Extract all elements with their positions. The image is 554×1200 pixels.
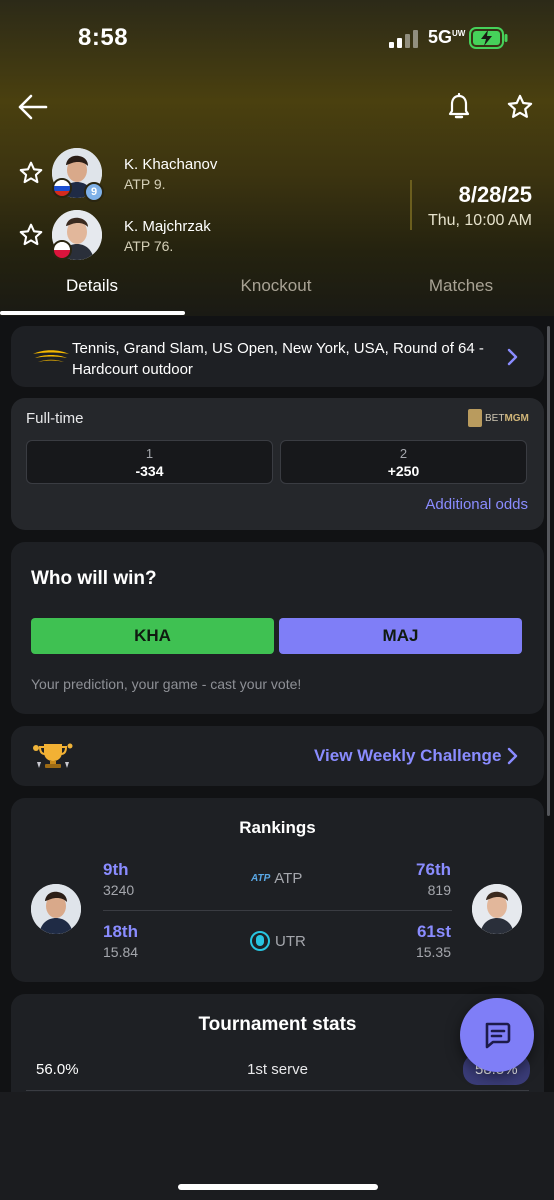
away-atp-rank: 76th	[416, 860, 451, 879]
battery-icon	[469, 27, 508, 49]
away-utr-value: 15.35	[415, 944, 451, 960]
odds-title: Full-time	[26, 410, 84, 427]
us-open-logo-icon	[33, 350, 69, 362]
home-indicator[interactable]	[178, 1184, 378, 1190]
home-utr-rank: 18th	[103, 922, 138, 941]
header-divider	[410, 180, 412, 230]
tournament-card[interactable]: Tennis, Grand Slam, US Open, New York, U…	[11, 326, 544, 387]
network-label: 5GUW	[428, 27, 466, 47]
vote-title: Who will win?	[31, 568, 157, 589]
tab-matches[interactable]: Matches	[369, 276, 553, 310]
player-rank: ATP 76.	[124, 238, 174, 254]
weekly-challenge-label: View Weekly Challenge	[314, 746, 502, 765]
status-time: 8:58	[78, 24, 129, 51]
player-row-home[interactable]: 9 K. Khachanov ATP 9.	[0, 146, 400, 202]
tab-indicator	[0, 311, 185, 315]
odds-card: Full-time BET MGM 1 -334 2 +250 Additiona…	[11, 398, 544, 530]
chat-button[interactable]	[460, 998, 534, 1072]
weekly-challenge-card[interactable]: View Weekly Challenge	[11, 726, 544, 786]
atp-label: ATP ATP	[251, 870, 303, 887]
star-icon	[507, 94, 533, 118]
bell-icon	[448, 93, 470, 119]
rankings-divider	[103, 910, 452, 911]
avatar	[472, 884, 522, 934]
tab-bar: Details Knockout Matches	[0, 268, 554, 316]
star-icon[interactable]	[18, 222, 44, 248]
home-atp-rank: 9th	[103, 860, 129, 879]
player-name: K. Majchrzak	[124, 218, 211, 235]
utr-logo-icon	[250, 931, 270, 951]
home-atp-points: 3240	[103, 882, 135, 898]
flag-poland-icon	[52, 240, 72, 260]
rankings-card: Rankings 9th 3240 ATP ATP 76th 819 18th …	[11, 798, 544, 982]
back-arrow-icon	[18, 94, 48, 120]
utr-label: UTR	[249, 930, 306, 952]
avatar	[31, 884, 81, 934]
status-bar: 8:58 5GUW	[0, 0, 554, 76]
notifications-button[interactable]	[442, 90, 476, 124]
chat-icon	[485, 1022, 511, 1049]
atp-logo-icon: ATP	[251, 873, 271, 884]
vote-home-button[interactable]: KHA	[31, 618, 274, 654]
vote-card: Who will win? KHA MAJ Your prediction, y…	[11, 542, 544, 714]
player-name: K. Khachanov	[124, 156, 218, 173]
details-content[interactable]: Tennis, Grand Slam, US Open, New York, U…	[0, 316, 554, 1092]
match-datetime: Thu, 10:00 AM	[427, 212, 532, 229]
away-utr-rank: 61st	[416, 922, 451, 941]
star-icon[interactable]	[18, 160, 44, 186]
away-atp-points: 819	[427, 882, 451, 898]
odds-option-home[interactable]: 1 -334	[26, 440, 273, 484]
trophy-icon	[33, 743, 73, 768]
rankings-title: Rankings	[239, 818, 316, 837]
match-header: 8:58 5GUW 9 K. Khachanov ATP 9. K. Majch…	[0, 0, 554, 316]
tab-knockout[interactable]: Knockout	[184, 276, 368, 310]
flag-russia-icon	[52, 178, 72, 198]
stats-divider	[26, 1090, 529, 1091]
match-date: 8/28/25	[458, 182, 532, 207]
signal-icon	[389, 30, 419, 48]
vote-away-button[interactable]: MAJ	[279, 618, 522, 654]
favorite-button[interactable]	[503, 90, 537, 124]
seed-badge: 9	[84, 182, 104, 202]
player-rank: ATP 9.	[124, 176, 166, 192]
betmgm-logo: BET MGM	[468, 408, 529, 428]
scrollbar[interactable]	[547, 326, 550, 816]
home-utr-value: 15.84	[103, 944, 139, 960]
back-button[interactable]	[16, 90, 50, 124]
vote-caption: Your prediction, your game - cast your v…	[31, 676, 302, 692]
chevron-right-icon	[507, 747, 518, 765]
chevron-right-icon	[507, 348, 518, 366]
additional-odds-link[interactable]: Additional odds	[425, 496, 528, 513]
tab-details[interactable]: Details	[0, 276, 184, 310]
odds-option-away[interactable]: 2 +250	[280, 440, 527, 484]
player-row-away[interactable]: K. Majchrzak ATP 76.	[0, 208, 400, 264]
tournament-text: Tennis, Grand Slam, US Open, New York, U…	[72, 340, 484, 378]
